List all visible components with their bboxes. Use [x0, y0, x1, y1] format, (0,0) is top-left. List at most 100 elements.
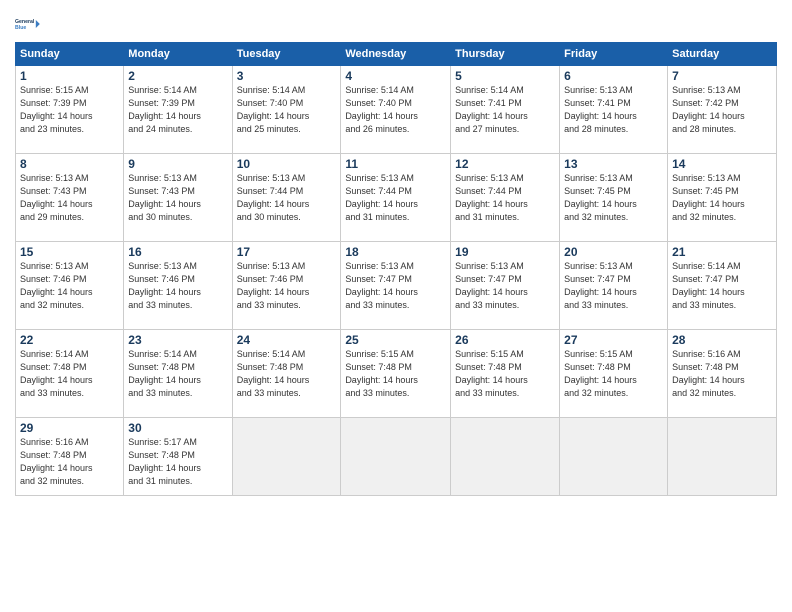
- day-info: Sunrise: 5:13 AMSunset: 7:45 PMDaylight:…: [672, 172, 772, 224]
- day-info: Sunrise: 5:13 AMSunset: 7:46 PMDaylight:…: [128, 260, 227, 312]
- logo: GeneralBlue: [15, 10, 43, 38]
- day-number: 8: [20, 157, 119, 171]
- calendar-day-cell: 13Sunrise: 5:13 AMSunset: 7:45 PMDayligh…: [560, 154, 668, 242]
- day-info: Sunrise: 5:15 AMSunset: 7:48 PMDaylight:…: [455, 348, 555, 400]
- calendar-week-row: 29Sunrise: 5:16 AMSunset: 7:48 PMDayligh…: [16, 418, 777, 496]
- day-info: Sunrise: 5:17 AMSunset: 7:48 PMDaylight:…: [128, 436, 227, 488]
- calendar-day-cell: 10Sunrise: 5:13 AMSunset: 7:44 PMDayligh…: [232, 154, 341, 242]
- calendar-week-row: 1Sunrise: 5:15 AMSunset: 7:39 PMDaylight…: [16, 66, 777, 154]
- day-info: Sunrise: 5:13 AMSunset: 7:47 PMDaylight:…: [455, 260, 555, 312]
- calendar-day-cell: 27Sunrise: 5:15 AMSunset: 7:48 PMDayligh…: [560, 330, 668, 418]
- day-info: Sunrise: 5:13 AMSunset: 7:46 PMDaylight:…: [237, 260, 337, 312]
- day-info: Sunrise: 5:15 AMSunset: 7:39 PMDaylight:…: [20, 84, 119, 136]
- calendar-day-cell: [560, 418, 668, 496]
- day-info: Sunrise: 5:14 AMSunset: 7:40 PMDaylight:…: [237, 84, 337, 136]
- col-tuesday: Tuesday: [232, 43, 341, 66]
- calendar-week-row: 8Sunrise: 5:13 AMSunset: 7:43 PMDaylight…: [16, 154, 777, 242]
- svg-text:General: General: [15, 19, 35, 25]
- calendar-week-row: 15Sunrise: 5:13 AMSunset: 7:46 PMDayligh…: [16, 242, 777, 330]
- day-number: 15: [20, 245, 119, 259]
- day-number: 2: [128, 69, 227, 83]
- day-number: 9: [128, 157, 227, 171]
- calendar-day-cell: 3Sunrise: 5:14 AMSunset: 7:40 PMDaylight…: [232, 66, 341, 154]
- calendar-day-cell: 23Sunrise: 5:14 AMSunset: 7:48 PMDayligh…: [124, 330, 232, 418]
- day-info: Sunrise: 5:13 AMSunset: 7:42 PMDaylight:…: [672, 84, 772, 136]
- calendar-day-cell: 19Sunrise: 5:13 AMSunset: 7:47 PMDayligh…: [451, 242, 560, 330]
- calendar-day-cell: 1Sunrise: 5:15 AMSunset: 7:39 PMDaylight…: [16, 66, 124, 154]
- calendar-day-cell: 11Sunrise: 5:13 AMSunset: 7:44 PMDayligh…: [341, 154, 451, 242]
- day-info: Sunrise: 5:13 AMSunset: 7:41 PMDaylight:…: [564, 84, 663, 136]
- day-number: 28: [672, 333, 772, 347]
- calendar-day-cell: 7Sunrise: 5:13 AMSunset: 7:42 PMDaylight…: [668, 66, 777, 154]
- day-info: Sunrise: 5:13 AMSunset: 7:46 PMDaylight:…: [20, 260, 119, 312]
- col-thursday: Thursday: [451, 43, 560, 66]
- calendar-day-cell: 18Sunrise: 5:13 AMSunset: 7:47 PMDayligh…: [341, 242, 451, 330]
- day-info: Sunrise: 5:13 AMSunset: 7:43 PMDaylight:…: [128, 172, 227, 224]
- day-number: 13: [564, 157, 663, 171]
- calendar-day-cell: 20Sunrise: 5:13 AMSunset: 7:47 PMDayligh…: [560, 242, 668, 330]
- logo-icon: GeneralBlue: [15, 10, 43, 38]
- day-number: 12: [455, 157, 555, 171]
- day-info: Sunrise: 5:13 AMSunset: 7:45 PMDaylight:…: [564, 172, 663, 224]
- day-number: 24: [237, 333, 337, 347]
- calendar-day-cell: 12Sunrise: 5:13 AMSunset: 7:44 PMDayligh…: [451, 154, 560, 242]
- calendar-day-cell: 9Sunrise: 5:13 AMSunset: 7:43 PMDaylight…: [124, 154, 232, 242]
- day-number: 27: [564, 333, 663, 347]
- svg-text:Blue: Blue: [15, 25, 26, 31]
- calendar-day-cell: 5Sunrise: 5:14 AMSunset: 7:41 PMDaylight…: [451, 66, 560, 154]
- calendar-day-cell: 30Sunrise: 5:17 AMSunset: 7:48 PMDayligh…: [124, 418, 232, 496]
- calendar-day-cell: [341, 418, 451, 496]
- calendar-day-cell: 2Sunrise: 5:14 AMSunset: 7:39 PMDaylight…: [124, 66, 232, 154]
- day-number: 1: [20, 69, 119, 83]
- day-info: Sunrise: 5:14 AMSunset: 7:39 PMDaylight:…: [128, 84, 227, 136]
- col-friday: Friday: [560, 43, 668, 66]
- calendar-day-cell: [232, 418, 341, 496]
- calendar-day-cell: 15Sunrise: 5:13 AMSunset: 7:46 PMDayligh…: [16, 242, 124, 330]
- day-info: Sunrise: 5:14 AMSunset: 7:48 PMDaylight:…: [237, 348, 337, 400]
- day-info: Sunrise: 5:14 AMSunset: 7:40 PMDaylight:…: [345, 84, 446, 136]
- day-info: Sunrise: 5:13 AMSunset: 7:47 PMDaylight:…: [564, 260, 663, 312]
- calendar-day-cell: 25Sunrise: 5:15 AMSunset: 7:48 PMDayligh…: [341, 330, 451, 418]
- day-number: 14: [672, 157, 772, 171]
- calendar-day-cell: 6Sunrise: 5:13 AMSunset: 7:41 PMDaylight…: [560, 66, 668, 154]
- col-saturday: Saturday: [668, 43, 777, 66]
- day-info: Sunrise: 5:13 AMSunset: 7:47 PMDaylight:…: [345, 260, 446, 312]
- col-sunday: Sunday: [16, 43, 124, 66]
- calendar-day-cell: 28Sunrise: 5:16 AMSunset: 7:48 PMDayligh…: [668, 330, 777, 418]
- calendar-day-cell: 16Sunrise: 5:13 AMSunset: 7:46 PMDayligh…: [124, 242, 232, 330]
- day-info: Sunrise: 5:14 AMSunset: 7:48 PMDaylight:…: [128, 348, 227, 400]
- calendar-day-cell: 29Sunrise: 5:16 AMSunset: 7:48 PMDayligh…: [16, 418, 124, 496]
- day-number: 20: [564, 245, 663, 259]
- day-number: 19: [455, 245, 555, 259]
- day-number: 18: [345, 245, 446, 259]
- calendar-day-cell: 4Sunrise: 5:14 AMSunset: 7:40 PMDaylight…: [341, 66, 451, 154]
- day-number: 21: [672, 245, 772, 259]
- day-number: 17: [237, 245, 337, 259]
- day-info: Sunrise: 5:13 AMSunset: 7:44 PMDaylight:…: [237, 172, 337, 224]
- day-info: Sunrise: 5:14 AMSunset: 7:47 PMDaylight:…: [672, 260, 772, 312]
- day-info: Sunrise: 5:14 AMSunset: 7:48 PMDaylight:…: [20, 348, 119, 400]
- day-number: 11: [345, 157, 446, 171]
- day-info: Sunrise: 5:13 AMSunset: 7:43 PMDaylight:…: [20, 172, 119, 224]
- calendar-day-cell: 22Sunrise: 5:14 AMSunset: 7:48 PMDayligh…: [16, 330, 124, 418]
- col-monday: Monday: [124, 43, 232, 66]
- day-info: Sunrise: 5:16 AMSunset: 7:48 PMDaylight:…: [672, 348, 772, 400]
- calendar-day-cell: 26Sunrise: 5:15 AMSunset: 7:48 PMDayligh…: [451, 330, 560, 418]
- calendar-day-cell: 8Sunrise: 5:13 AMSunset: 7:43 PMDaylight…: [16, 154, 124, 242]
- day-number: 10: [237, 157, 337, 171]
- calendar-day-cell: 24Sunrise: 5:14 AMSunset: 7:48 PMDayligh…: [232, 330, 341, 418]
- day-info: Sunrise: 5:15 AMSunset: 7:48 PMDaylight:…: [345, 348, 446, 400]
- day-info: Sunrise: 5:15 AMSunset: 7:48 PMDaylight:…: [564, 348, 663, 400]
- day-info: Sunrise: 5:13 AMSunset: 7:44 PMDaylight:…: [345, 172, 446, 224]
- calendar-header-row: Sunday Monday Tuesday Wednesday Thursday…: [16, 43, 777, 66]
- day-number: 26: [455, 333, 555, 347]
- day-number: 22: [20, 333, 119, 347]
- day-number: 3: [237, 69, 337, 83]
- day-number: 30: [128, 421, 227, 435]
- day-info: Sunrise: 5:13 AMSunset: 7:44 PMDaylight:…: [455, 172, 555, 224]
- calendar-week-row: 22Sunrise: 5:14 AMSunset: 7:48 PMDayligh…: [16, 330, 777, 418]
- calendar-day-cell: [668, 418, 777, 496]
- calendar-day-cell: 14Sunrise: 5:13 AMSunset: 7:45 PMDayligh…: [668, 154, 777, 242]
- day-number: 7: [672, 69, 772, 83]
- day-number: 5: [455, 69, 555, 83]
